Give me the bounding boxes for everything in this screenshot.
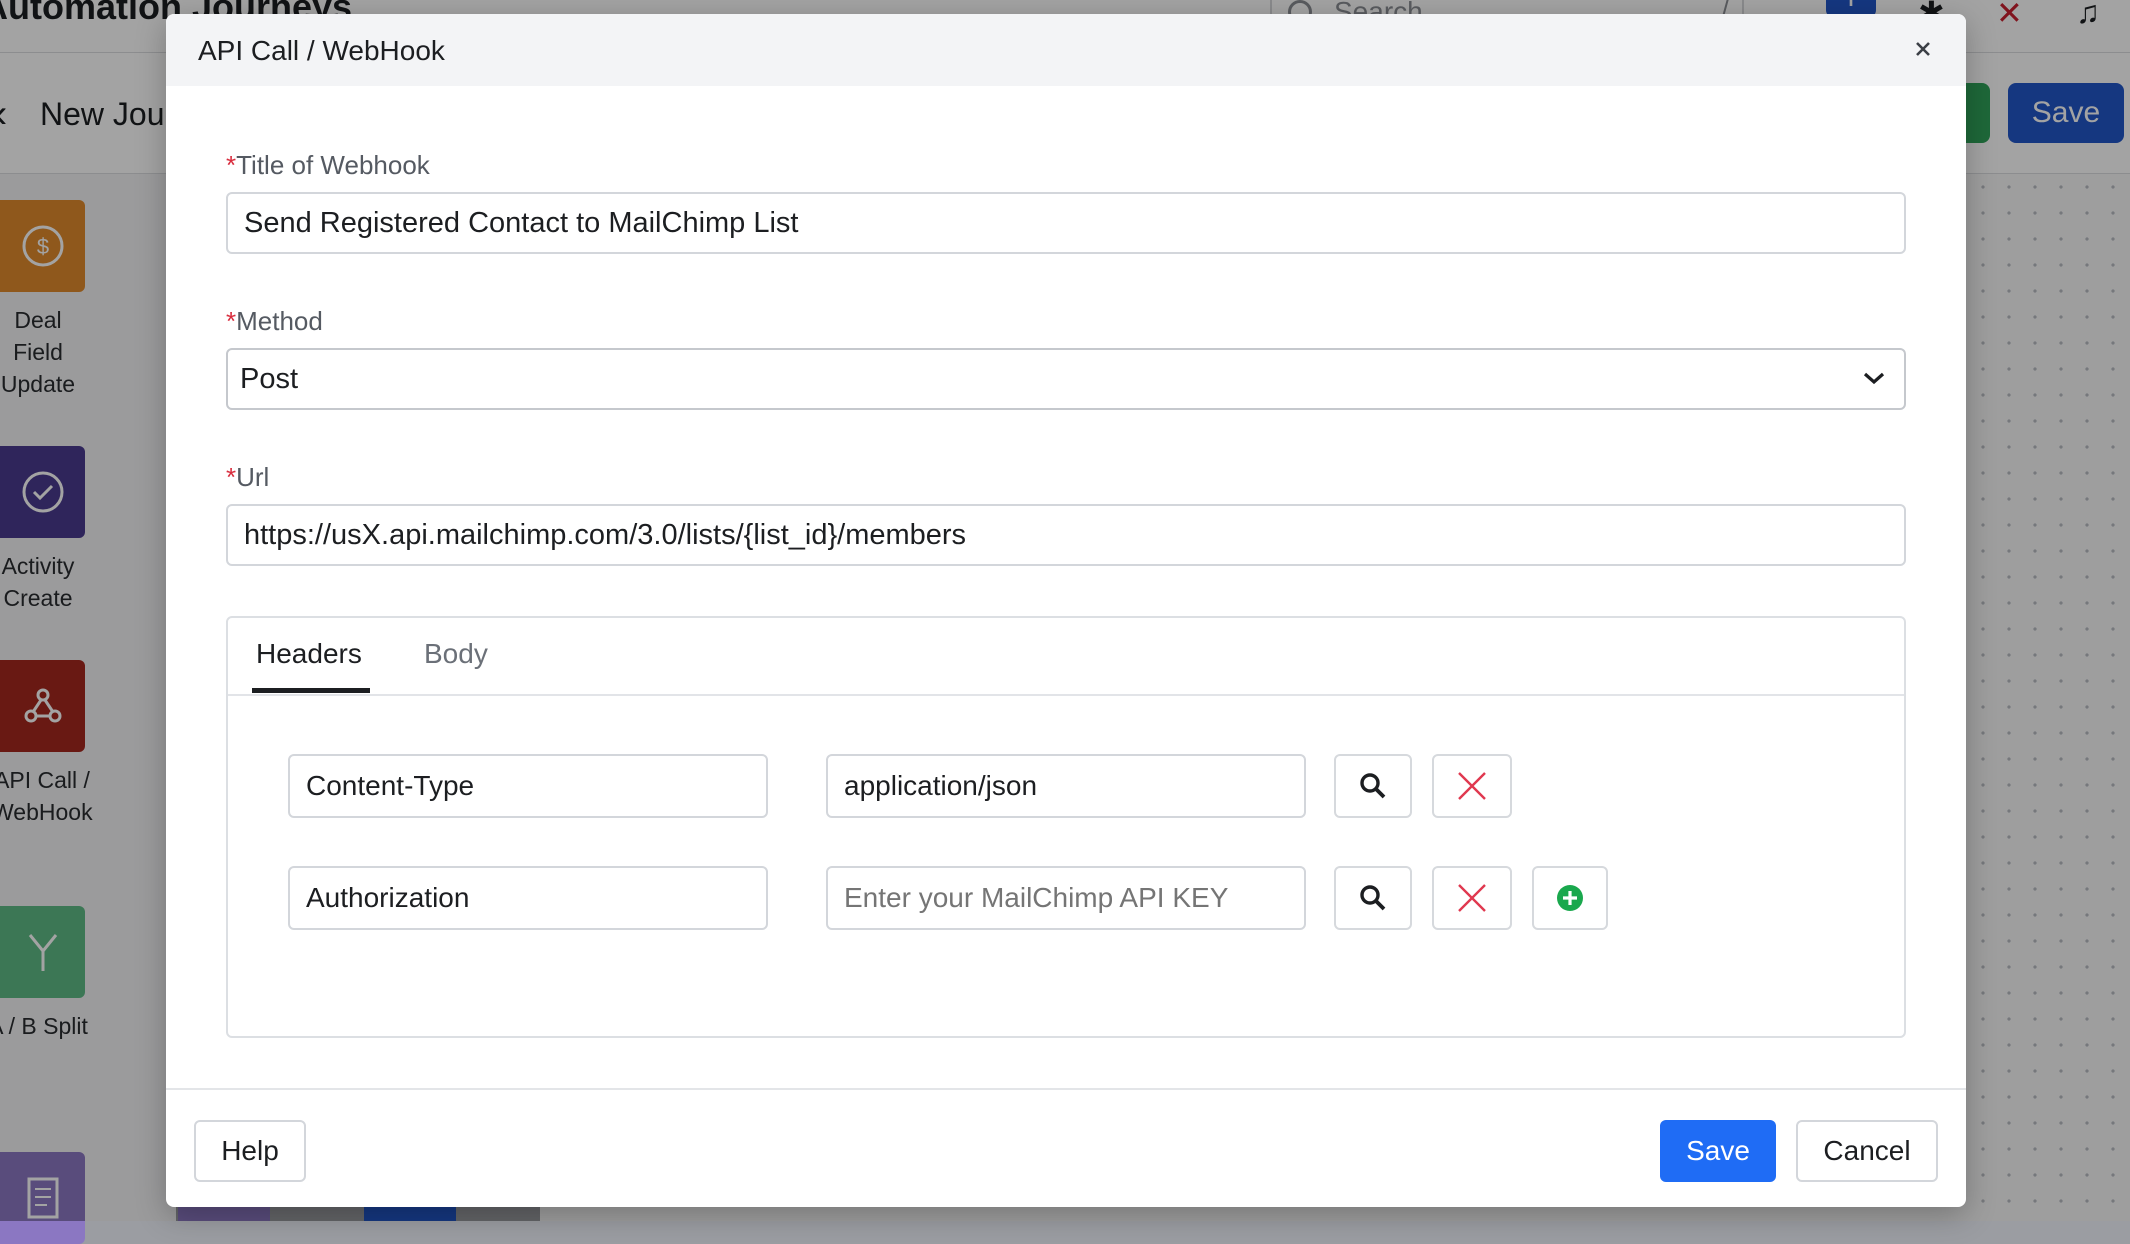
header-key-input[interactable] bbox=[288, 866, 768, 930]
search-icon bbox=[1360, 885, 1386, 911]
method-selected-value: Post bbox=[240, 363, 299, 395]
close-button[interactable] bbox=[1906, 32, 1940, 66]
required-marker: * bbox=[226, 150, 237, 180]
webhook-title-input[interactable] bbox=[226, 192, 1906, 254]
header-key-input[interactable] bbox=[288, 754, 768, 818]
required-marker: * bbox=[226, 306, 237, 336]
chevron-down-icon bbox=[1863, 372, 1885, 385]
help-button[interactable]: Help bbox=[194, 1120, 306, 1182]
dialog-header: API Call / WebHook bbox=[166, 14, 1966, 86]
header-value-input[interactable] bbox=[826, 754, 1306, 818]
dialog-title: API Call / WebHook bbox=[198, 35, 445, 66]
method-field-label: *Method bbox=[226, 306, 323, 336]
remove-header-button[interactable] bbox=[1432, 866, 1512, 930]
webhook-dialog: API Call / WebHook *Title of Webhook *Me… bbox=[166, 14, 1966, 1207]
search-icon bbox=[1360, 773, 1386, 799]
save-button[interactable]: Save bbox=[1660, 1120, 1776, 1182]
tab-bar: Headers Body bbox=[228, 618, 1904, 696]
tab-body[interactable]: Body bbox=[424, 638, 488, 670]
url-input[interactable] bbox=[226, 504, 1906, 566]
title-field-label: *Title of Webhook bbox=[226, 150, 430, 180]
required-marker: * bbox=[226, 462, 237, 492]
close-icon bbox=[1458, 884, 1486, 912]
cancel-button[interactable]: Cancel bbox=[1796, 1120, 1938, 1182]
close-icon bbox=[1458, 772, 1486, 800]
lookup-button[interactable] bbox=[1334, 754, 1412, 818]
request-panel: Headers Body bbox=[226, 616, 1906, 1038]
active-tab-indicator bbox=[252, 688, 370, 693]
lookup-button[interactable] bbox=[1334, 866, 1412, 930]
method-select[interactable]: Post bbox=[226, 348, 1906, 410]
plus-circle-icon bbox=[1557, 885, 1583, 911]
tab-headers[interactable]: Headers bbox=[256, 638, 362, 670]
add-header-button[interactable] bbox=[1532, 866, 1608, 930]
remove-header-button[interactable] bbox=[1432, 754, 1512, 818]
header-value-input[interactable] bbox=[826, 866, 1306, 930]
close-icon bbox=[1916, 42, 1930, 56]
url-field-label: *Url bbox=[226, 462, 270, 492]
